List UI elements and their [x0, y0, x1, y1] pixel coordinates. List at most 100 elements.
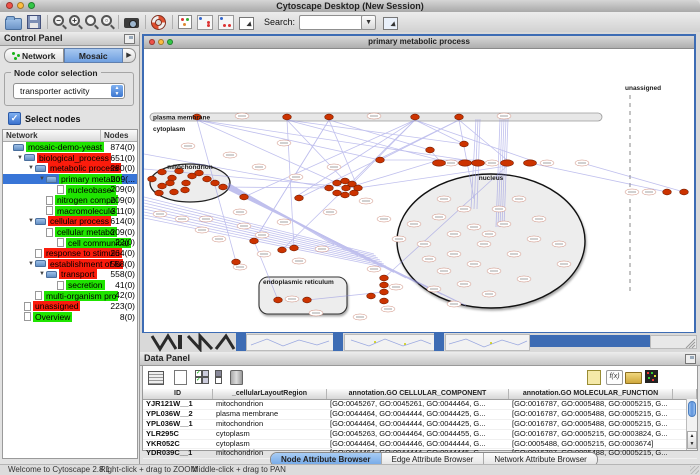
resize-grip-icon[interactable] — [690, 466, 699, 474]
background-window-pane[interactable] — [344, 334, 435, 351]
tree-body: mosaic-demo-yeast874(0)▼biological_proce… — [3, 142, 137, 322]
network-canvas[interactable]: plasma membranecytoplasmmitochondrionnuc… — [144, 49, 694, 332]
tree-item-cellular-process[interactable]: ▼cellular process614(0) — [3, 216, 137, 227]
network-desktop: primary metabolic process plasma membran… — [140, 32, 700, 352]
background-network-scribble — [150, 333, 242, 352]
table-row[interactable]: YPL036W__2plasma membrane[GO:0044464, GO… — [143, 410, 697, 420]
heatmap-icon[interactable] — [645, 369, 661, 385]
node-count: 209(0) — [110, 195, 135, 206]
table-scrollbar[interactable]: ▲▼ — [686, 399, 697, 450]
vizmapper-icon[interactable] — [178, 15, 192, 30]
column-header[interactable]: _cellularLayoutRegion — [213, 389, 327, 399]
network-window[interactable]: primary metabolic process plasma membran… — [142, 34, 696, 333]
control-panel: Control Panel Network Mosaic ▶ Node colo… — [0, 32, 140, 464]
tree-item-response-to-stimulu[interactable]: response to stimulu264(0) — [3, 248, 137, 259]
column-header-filler — [673, 389, 697, 399]
attribute-columns-icon[interactable] — [214, 369, 230, 385]
scrollbar-thumb[interactable] — [688, 401, 696, 417]
select-nodes-label: Select nodes — [25, 114, 81, 124]
annotation-icon[interactable] — [239, 15, 254, 30]
expand-arrow-icon[interactable]: ▼ — [27, 218, 35, 224]
layout-icon-1[interactable] — [197, 15, 213, 30]
column-header[interactable]: ID — [143, 389, 213, 399]
tree-item-overview[interactable]: Overview8(0) — [3, 312, 137, 323]
node-count: 874(0) — [110, 142, 135, 153]
node-color-dropdown[interactable]: transporter activity ▲▼ — [13, 83, 125, 99]
zoom-selected-icon[interactable]: ▫ — [101, 15, 112, 30]
delete-attribute-icon[interactable] — [230, 369, 246, 385]
tree-item-primary-metabo[interactable]: ▼primary metabo209(... — [3, 174, 137, 185]
tree-item-multi-organism-pro[interactable]: multi-organism pro42(0) — [3, 290, 137, 301]
open-icon[interactable] — [5, 15, 22, 30]
tree-item-unassigned[interactable]: unassigned223(0) — [3, 301, 137, 312]
expand-arrow-icon[interactable]: ▼ — [27, 165, 35, 171]
attribute-table-header[interactable]: ID_cellularLayoutRegionannotation.GO CEL… — [143, 389, 697, 400]
background-window-frame[interactable] — [333, 333, 343, 351]
search-input[interactable]: ▼ — [299, 15, 363, 30]
tree-item-nucleobase-[interactable]: nucleobase-209(0) — [3, 184, 137, 195]
tree-item-macromolecule[interactable]: macromolecule311(0) — [3, 206, 137, 217]
float-panel-icon[interactable] — [124, 34, 135, 44]
notes-icon[interactable] — [587, 369, 603, 385]
select-attributes-icon[interactable]: ✓✓ — [195, 369, 211, 385]
cell-mf: [GO:0016787, GO:0005488, GO:0005215, G..… — [509, 400, 673, 409]
layout-icon-2[interactable] — [218, 15, 234, 30]
expand-arrow-icon[interactable]: ▼ — [27, 261, 35, 267]
table-row[interactable]: YJR121W__1mitochondrion[GO:0045267, GO:0… — [143, 400, 697, 410]
status-zoom-hint: Right-click + drag to ZOOM — [100, 465, 197, 474]
advanced-search-icon[interactable] — [383, 15, 398, 30]
cell-region: mitochondrion — [213, 420, 327, 429]
help-ring-icon[interactable] — [151, 15, 166, 30]
tree-item-mosaic-demo-yeast[interactable]: mosaic-demo-yeast874(0) — [3, 142, 137, 153]
zoom-out-icon[interactable]: − — [53, 15, 64, 30]
zoom-in-icon[interactable]: + — [69, 15, 80, 30]
tab-mosaic[interactable]: Mosaic — [64, 48, 124, 63]
import-attributes-icon[interactable] — [625, 369, 641, 385]
background-window-frame[interactable] — [530, 335, 650, 347]
tab-overflow-arrow[interactable]: ▶ — [123, 48, 136, 63]
table-icon[interactable] — [148, 369, 164, 385]
save-icon[interactable] — [27, 15, 41, 30]
network-graph[interactable]: plasma membranecytoplasmmitochondrionnuc… — [144, 49, 694, 332]
background-window-pane[interactable] — [445, 334, 530, 351]
tree-item-label: secretion — [66, 280, 105, 290]
dropdown-value: transporter activity — [14, 84, 124, 98]
snapshot-icon[interactable] — [124, 15, 139, 30]
float-panel-icon[interactable] — [685, 354, 696, 364]
expand-arrow-icon[interactable]: ▼ — [16, 155, 24, 161]
node-count: 41(0) — [115, 280, 135, 291]
select-nodes-checkbox[interactable]: ✓ — [8, 112, 21, 125]
tree-item-label: biological_process — [37, 153, 111, 163]
background-window-pane[interactable] — [246, 334, 334, 351]
table-row[interactable]: YLR295Ccytoplasm[GO:0045263, GO:0044464,… — [143, 430, 697, 440]
table-row[interactable]: YKR052Ccytoplasm[GO:0044464, GO:0044446,… — [143, 440, 697, 450]
scrollbar-buttons[interactable]: ▲▼ — [687, 431, 697, 449]
tree-item-secretion[interactable]: secretion 41(0) — [3, 280, 137, 291]
new-attribute-icon[interactable] — [174, 369, 190, 385]
tree-item-cellular-metabo[interactable]: cellular metabo209(0) — [3, 227, 137, 238]
tree-item-establishment-of-lo[interactable]: ▼establishment of lo558(0) — [3, 259, 137, 270]
tree-item-cell-communicat[interactable]: cell communicat22(0) — [3, 237, 137, 248]
tree-item-metabolic-process[interactable]: ▼metabolic process280(0) — [3, 163, 137, 174]
file-icon — [46, 206, 53, 215]
background-window-frame[interactable] — [236, 333, 246, 351]
column-header[interactable]: annotation.GO CELLULAR_COMPONENT — [327, 389, 509, 399]
zoom-fit-icon[interactable] — [85, 15, 96, 30]
tree-col-nodes[interactable]: Nodes — [101, 130, 137, 141]
tab-network[interactable]: Network — [4, 48, 64, 63]
background-window-frame[interactable] — [434, 333, 444, 351]
tree-item-nitrogen-compo[interactable]: nitrogen compo209(0) — [3, 195, 137, 206]
function-builder-icon[interactable]: f(x) — [606, 369, 622, 385]
node-count: 209(0) — [110, 184, 135, 195]
search-dropdown-arrow[interactable]: ▼ — [361, 15, 376, 30]
expand-arrow-icon[interactable]: ▼ — [38, 176, 46, 182]
expand-arrow-icon[interactable]: ▼ — [38, 271, 46, 277]
cell-cc: [GO:0045267, GO:0045261, GO:0044464, G..… — [327, 400, 509, 409]
network-window-titlebar[interactable]: primary metabolic process — [144, 36, 694, 49]
tree-item-transport[interactable]: ▼transport558(0) — [3, 269, 137, 280]
cell-mf: [GO:0016787, GO:0005488, GO:0005215, G..… — [509, 410, 673, 419]
tree-item-biological-process[interactable]: ▼biological_process651(0) — [3, 153, 137, 164]
column-header[interactable]: annotation.GO MOLECULAR_FUNCTION — [509, 389, 673, 399]
tree-col-network[interactable]: Network — [3, 130, 101, 141]
table-row[interactable]: YPL036W__1mitochondrion[GO:0044464, GO:0… — [143, 420, 697, 430]
